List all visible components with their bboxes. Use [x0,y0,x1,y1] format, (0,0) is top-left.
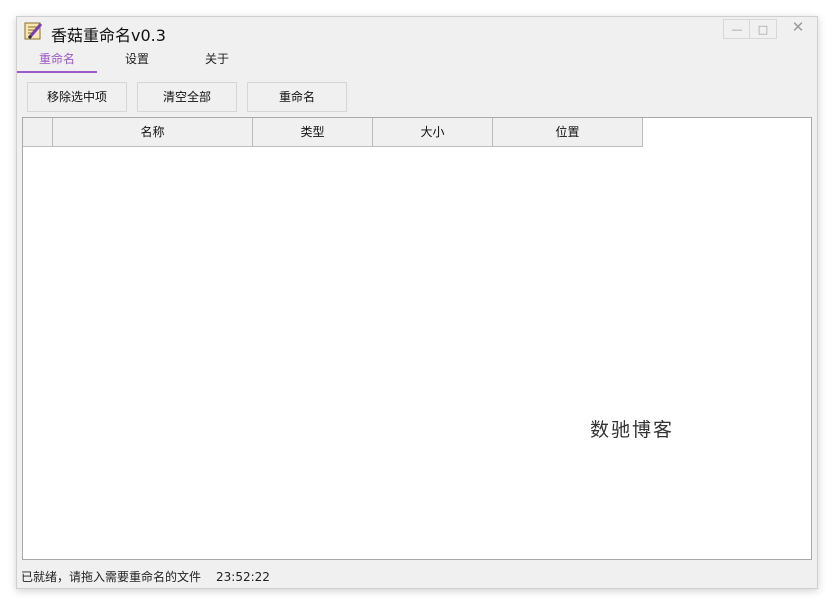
remove-selected-button[interactable]: 移除选中项 [27,82,127,112]
column-header-size[interactable]: 大小 [373,118,493,147]
tab-about[interactable]: 关于 [177,49,257,71]
column-header-location[interactable]: 位置 [493,118,643,147]
status-bar: 已就绪，请拖入需要重命名的文件 23:52:22 [17,566,817,588]
tab-bar: 重命名 设置 关于 [17,49,817,73]
watermark-text: 数驰博客 [590,419,675,441]
tab-rename[interactable]: 重命名 [17,49,97,73]
rename-button[interactable]: 重命名 [247,82,347,112]
app-window: 香菇重命名v0.3 — □ ✕ 重命名 设置 关于 移除选中项 清空全部 重命名… [16,16,818,589]
close-button[interactable]: ✕ [785,18,811,36]
status-time: 23:52:22 [216,570,270,584]
tab-settings[interactable]: 设置 [97,49,177,71]
window-title: 香菇重命名v0.3 [51,26,166,45]
column-header-name[interactable]: 名称 [53,118,253,147]
column-header-type[interactable]: 类型 [253,118,373,147]
title-bar[interactable]: 香菇重命名v0.3 — □ ✕ [17,17,817,47]
minimize-button[interactable]: — [723,19,750,39]
maximize-button[interactable]: □ [749,19,777,39]
file-list-grid[interactable]: 名称 类型 大小 位置 数驰博客 [22,117,812,560]
notepad-pencil-icon [24,22,43,40]
clear-all-button[interactable]: 清空全部 [137,82,237,112]
status-message: 已就绪，请拖入需要重命名的文件 [21,570,202,584]
column-header-select[interactable] [23,118,53,147]
